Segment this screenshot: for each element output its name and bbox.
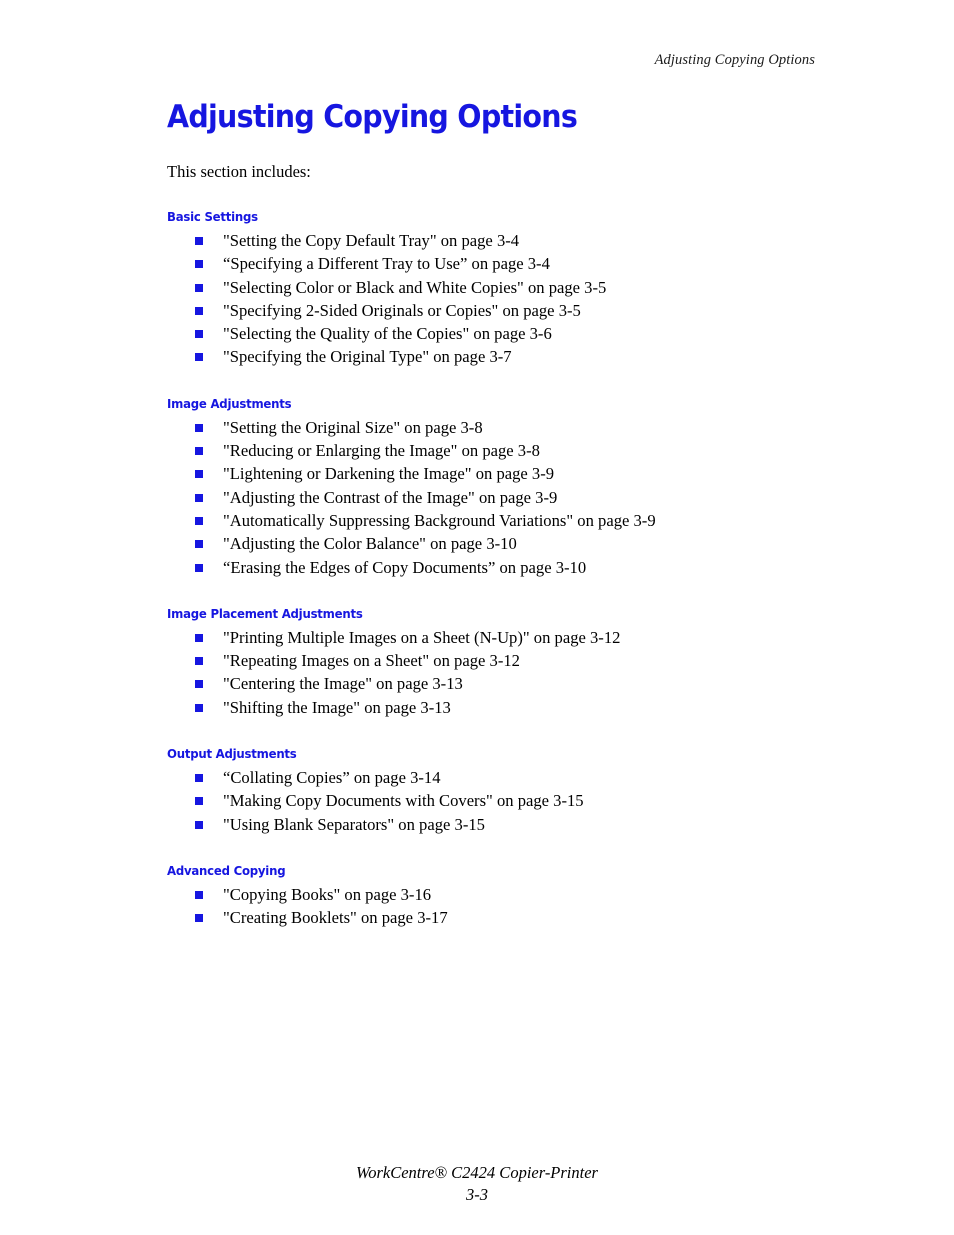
list-item[interactable]: "Using Blank Separators" on page 3-15: [167, 813, 867, 836]
section-link-list: "Setting the Original Size" on page 3-8 "…: [167, 416, 867, 579]
section: Image Adjustments "Setting the Original S…: [167, 396, 867, 579]
list-item[interactable]: "Setting the Copy Default Tray" on page …: [167, 229, 867, 252]
cross-reference-link[interactable]: "Making Copy Documents with Covers" on p…: [223, 789, 584, 812]
section-heading: Advanced Copying: [167, 862, 286, 878]
square-bullet-icon: [195, 820, 203, 829]
section-heading: Output Adjustments: [167, 746, 297, 762]
cross-reference-link[interactable]: “Collating Copies” on page 3-14: [223, 766, 441, 789]
square-bullet-icon: [195, 680, 203, 689]
square-bullet-icon: [195, 657, 203, 666]
cross-reference-link[interactable]: "Setting the Copy Default Tray" on page …: [223, 229, 519, 252]
intro-wrap: This section includes:: [167, 162, 867, 182]
square-bullet-icon: [195, 703, 203, 712]
cross-reference-link[interactable]: "Specifying 2-Sided Originals or Copies"…: [223, 299, 581, 322]
square-bullet-icon: [195, 540, 203, 549]
cross-reference-link[interactable]: "Copying Books" on page 3-16: [223, 883, 431, 906]
list-item[interactable]: “Specifying a Different Tray to Use” on …: [167, 252, 867, 275]
cross-reference-link[interactable]: "Creating Booklets" on page 3-17: [223, 906, 448, 929]
list-item[interactable]: “Collating Copies” on page 3-14: [167, 766, 867, 789]
list-item[interactable]: "Adjusting the Color Balance" on page 3-…: [167, 532, 867, 555]
square-bullet-icon: [195, 237, 203, 245]
section-heading: Image Placement Adjustments: [167, 605, 363, 621]
page-title: Adjusting Copying Options: [167, 99, 578, 135]
list-item[interactable]: "Lightening or Darkening the Image" on p…: [167, 462, 867, 485]
square-bullet-icon: [195, 563, 203, 572]
square-bullet-icon: [195, 633, 203, 642]
section: Output Adjustments “Collating Copies” on …: [167, 746, 867, 836]
page-footer: WorkCentre® C2424 Copier-Printer 3-3: [0, 1162, 954, 1205]
page-content: Adjusting Copying Options This section i…: [167, 98, 867, 930]
list-item[interactable]: "Selecting the Quality of the Copies" on…: [167, 322, 867, 345]
list-item[interactable]: "Specifying 2-Sided Originals or Copies"…: [167, 299, 867, 322]
cross-reference-link[interactable]: “Specifying a Different Tray to Use” on …: [223, 252, 550, 275]
list-item[interactable]: "Reducing or Enlarging the Image" on pag…: [167, 439, 867, 462]
document-page: Adjusting Copying Options Adjusting Copy…: [0, 0, 954, 1235]
section-link-list: "Printing Multiple Images on a Sheet (N-…: [167, 626, 867, 719]
square-bullet-icon: [195, 774, 203, 783]
cross-reference-link[interactable]: "Automatically Suppressing Background Va…: [223, 509, 656, 532]
cross-reference-link[interactable]: "Reducing or Enlarging the Image" on pag…: [223, 439, 540, 462]
list-item[interactable]: "Making Copy Documents with Covers" on p…: [167, 789, 867, 812]
cross-reference-link[interactable]: "Repeating Images on a Sheet" on page 3-…: [223, 649, 520, 672]
cross-reference-link[interactable]: "Adjusting the Contrast of the Image" on…: [223, 486, 557, 509]
section-link-list: "Setting the Copy Default Tray" on page …: [167, 229, 867, 369]
square-bullet-icon: [195, 330, 203, 339]
footer-product: WorkCentre® C2424 Copier-Printer: [356, 1163, 598, 1182]
section: Basic Settings "Setting the Copy Default …: [167, 209, 867, 369]
list-item[interactable]: "Shifting the Image" on page 3-13: [167, 696, 867, 719]
section-link-list: “Collating Copies” on page 3-14 "Making C…: [167, 766, 867, 836]
list-item[interactable]: "Creating Booklets" on page 3-17: [167, 906, 867, 929]
list-item[interactable]: "Centering the Image" on page 3-13: [167, 672, 867, 695]
list-item[interactable]: "Selecting Color or Black and White Copi…: [167, 276, 867, 299]
section: Advanced Copying "Copying Books" on page …: [167, 863, 867, 930]
cross-reference-link[interactable]: "Lightening or Darkening the Image" on p…: [223, 462, 554, 485]
section-link-list: "Copying Books" on page 3-16 "Creating Bo…: [167, 883, 867, 930]
cross-reference-link[interactable]: "Centering the Image" on page 3-13: [223, 672, 463, 695]
square-bullet-icon: [195, 447, 203, 456]
section: Image Placement Adjustments "Printing Mul…: [167, 606, 867, 719]
section-heading: Image Adjustments: [167, 395, 292, 411]
square-bullet-icon: [195, 306, 203, 315]
square-bullet-icon: [195, 260, 203, 269]
square-bullet-icon: [195, 516, 203, 525]
square-bullet-icon: [195, 423, 203, 432]
square-bullet-icon: [195, 914, 203, 923]
square-bullet-icon: [195, 353, 203, 362]
square-bullet-icon: [195, 493, 203, 502]
cross-reference-link[interactable]: "Shifting the Image" on page 3-13: [223, 696, 451, 719]
cross-reference-link[interactable]: "Specifying the Original Type" on page 3…: [223, 345, 512, 368]
cross-reference-link[interactable]: "Selecting the Quality of the Copies" on…: [223, 322, 552, 345]
square-bullet-icon: [195, 470, 203, 479]
running-header: Adjusting Copying Options: [654, 52, 815, 68]
list-item[interactable]: “Erasing the Edges of Copy Documents” on…: [167, 556, 867, 579]
cross-reference-link[interactable]: "Adjusting the Color Balance" on page 3-…: [223, 532, 517, 555]
list-item[interactable]: "Setting the Original Size" on page 3-8: [167, 416, 867, 439]
cross-reference-link[interactable]: "Setting the Original Size" on page 3-8: [223, 416, 483, 439]
list-item[interactable]: "Specifying the Original Type" on page 3…: [167, 345, 867, 368]
sections-container: Basic Settings "Setting the Copy Default …: [167, 209, 867, 930]
square-bullet-icon: [195, 890, 203, 899]
cross-reference-link[interactable]: "Using Blank Separators" on page 3-15: [223, 813, 485, 836]
intro-text: This section includes:: [167, 162, 311, 181]
section-heading: Basic Settings: [167, 209, 258, 224]
list-item[interactable]: "Printing Multiple Images on a Sheet (N-…: [167, 626, 867, 649]
cross-reference-link[interactable]: “Erasing the Edges of Copy Documents” on…: [223, 556, 586, 579]
square-bullet-icon: [195, 283, 203, 292]
cross-reference-link[interactable]: "Printing Multiple Images on a Sheet (N-…: [223, 626, 620, 649]
list-item[interactable]: "Automatically Suppressing Background Va…: [167, 509, 867, 532]
footer-page-number: 3-3: [466, 1185, 488, 1204]
list-item[interactable]: "Adjusting the Contrast of the Image" on…: [167, 486, 867, 509]
cross-reference-link[interactable]: "Selecting Color or Black and White Copi…: [223, 276, 606, 299]
list-item[interactable]: "Copying Books" on page 3-16: [167, 883, 867, 906]
square-bullet-icon: [195, 797, 203, 806]
list-item[interactable]: "Repeating Images on a Sheet" on page 3-…: [167, 649, 867, 672]
